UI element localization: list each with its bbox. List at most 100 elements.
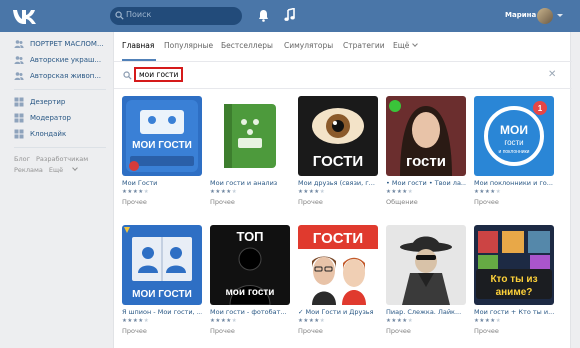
app-thumbnail[interactable]: МОИ гости и поклонники 1 bbox=[474, 96, 554, 176]
svg-text:МОИ: МОИ bbox=[500, 123, 528, 137]
sidebar-item-label: Модератор bbox=[30, 114, 72, 122]
rating-stars: ★★★★★ bbox=[386, 318, 414, 324]
rating-stars: ★★★★★ bbox=[210, 189, 238, 195]
app-thumbnail[interactable] bbox=[210, 96, 290, 176]
chevron-down-icon[interactable] bbox=[557, 14, 563, 17]
app-title[interactable]: Мои поклонники и го... bbox=[474, 179, 554, 187]
search-icon bbox=[115, 11, 124, 20]
tab-more-label: Ещё bbox=[393, 41, 410, 50]
sidebar-footer-links: Блог Разработчикам Реклама Ещё bbox=[14, 154, 112, 176]
app-card[interactable]: МОИ ГОСТИ Мои Гости ★★★★★ Прочее bbox=[122, 96, 202, 206]
close-icon[interactable]: ✕ bbox=[548, 69, 556, 80]
avatar[interactable] bbox=[537, 8, 553, 24]
svg-text:гости: гости bbox=[504, 138, 523, 147]
thumb-text: мои гости bbox=[226, 287, 275, 298]
app-title[interactable]: Мои Гости bbox=[122, 179, 202, 187]
sidebar-group-item[interactable]: ПОРТРЕТ МАСЛОМ... bbox=[14, 36, 112, 52]
sidebar-group-item[interactable]: Авторская живоп... bbox=[14, 68, 112, 84]
top-bar: Поиск Марина bbox=[0, 0, 580, 32]
sidebar-app-item[interactable]: Дезертир bbox=[14, 94, 112, 110]
tab-strategies[interactable]: Стратегии bbox=[343, 41, 385, 50]
tab-bestsellers[interactable]: Бестселлеры bbox=[221, 41, 273, 50]
sidebar-divider bbox=[14, 147, 106, 148]
app-thumbnail[interactable]: ГОСТИ bbox=[298, 225, 378, 305]
app-title[interactable]: Я шпион - Мои гости, ... bbox=[122, 308, 202, 316]
footer-link-more[interactable]: Ещё bbox=[49, 166, 63, 174]
thumb-text: МОИ ГОСТИ bbox=[132, 140, 192, 151]
catalog-tabs: Главная Популярные Бестселлеры Симулятор… bbox=[114, 32, 572, 62]
group-icon bbox=[14, 72, 24, 80]
thumb-text: МОИ ГОСТИ bbox=[132, 289, 192, 300]
app-thumbnail[interactable]: МОИ ГОСТИ bbox=[122, 225, 202, 305]
app-thumbnail[interactable]: ТОП мои гости bbox=[210, 225, 290, 305]
app-thumbnail[interactable]: Кто ты из аниме? bbox=[474, 225, 554, 305]
thumb-text: гости bbox=[406, 153, 446, 170]
vk-logo[interactable] bbox=[10, 6, 38, 26]
rating-stars: ★★★★★ bbox=[298, 189, 326, 195]
app-title[interactable]: Мои гости - фотобат... bbox=[210, 308, 290, 316]
app-title[interactable]: • Мои гости • Твои ла... bbox=[386, 179, 466, 187]
search-icon bbox=[123, 71, 132, 80]
tab-main[interactable]: Главная bbox=[122, 41, 154, 50]
app-category: Прочее bbox=[298, 198, 323, 206]
app-category: Общение bbox=[386, 198, 418, 206]
user-name[interactable]: Марина bbox=[505, 11, 536, 19]
app-title[interactable]: Мои друзья (связи, г... bbox=[298, 179, 378, 187]
rating-stars: ★★★★★ bbox=[122, 189, 150, 195]
app-card[interactable]: ГОСТИ ✓ Мои Гости и Друзья ★★★★★ Прочее bbox=[298, 225, 378, 335]
app-thumbnail[interactable]: гости bbox=[386, 96, 466, 176]
sidebar-item-label: Клондайк bbox=[30, 130, 67, 138]
search-placeholder: Поиск bbox=[126, 10, 152, 19]
tab-more[interactable]: Ещё bbox=[393, 41, 419, 50]
svg-text:и поклонники: и поклонники bbox=[499, 149, 530, 155]
sidebar-app-item[interactable]: Клондайк bbox=[14, 126, 112, 142]
footer-link-ads[interactable]: Реклама bbox=[14, 166, 43, 174]
rating-stars: ★★★★★ bbox=[474, 318, 502, 324]
svg-text:аниме?: аниме? bbox=[496, 287, 533, 298]
sidebar-group-item[interactable]: Авторские украш... bbox=[14, 52, 112, 68]
thumb-text: ГОСТИ bbox=[313, 230, 363, 247]
app-category: Прочее bbox=[122, 327, 147, 335]
rating-stars: ★★★★★ bbox=[386, 189, 414, 195]
rating-stars: ★★★★★ bbox=[210, 318, 238, 324]
app-title[interactable]: Мои гости + Кто ты и... bbox=[474, 308, 554, 316]
app-card[interactable]: МОИ гости и поклонники 1 Мои поклонники … bbox=[474, 96, 554, 206]
app-card[interactable]: Мои гости и анализ ★★★★★ Прочее bbox=[210, 96, 290, 206]
footer-link-blog[interactable]: Блог bbox=[14, 155, 30, 163]
sidebar-divider bbox=[14, 89, 106, 90]
left-sidebar: ПОРТРЕТ МАСЛОМ... Авторские украш... Авт… bbox=[14, 36, 112, 176]
app-title[interactable]: ✓ Мои Гости и Друзья bbox=[298, 308, 378, 316]
rating-stars: ★★★★★ bbox=[122, 318, 150, 324]
app-thumbnail[interactable]: ГОСТИ bbox=[298, 96, 378, 176]
app-card[interactable]: ТОП мои гости Мои гости - фотобат... ★★★… bbox=[210, 225, 290, 335]
apps-catalog-panel: Главная Популярные Бестселлеры Симулятор… bbox=[113, 32, 572, 348]
tab-simulators[interactable]: Симуляторы bbox=[284, 41, 333, 50]
global-search-input[interactable]: Поиск bbox=[110, 7, 242, 25]
app-title[interactable]: Мои гости и анализ bbox=[210, 179, 290, 187]
sidebar-item-label: Авторская живоп... bbox=[30, 72, 102, 80]
app-category: Прочее bbox=[122, 198, 147, 206]
app-card[interactable]: Кто ты из аниме? Мои гости + Кто ты и...… bbox=[474, 225, 554, 335]
sidebar-app-item[interactable]: Модератор bbox=[14, 110, 112, 126]
app-card[interactable]: гости • Мои гости • Твои ла... ★★★★★ Общ… bbox=[386, 96, 466, 206]
rating-stars: ★★★★★ bbox=[298, 318, 326, 324]
app-category: Прочее bbox=[298, 327, 323, 335]
chevron-down-icon bbox=[72, 165, 78, 171]
app-card[interactable]: МОИ ГОСТИ Я шпион - Мои гости, ... ★★★★★… bbox=[122, 225, 202, 335]
app-card[interactable]: ГОСТИ Мои друзья (связи, г... ★★★★★ Проч… bbox=[298, 96, 378, 206]
group-icon bbox=[14, 40, 24, 48]
bell-icon[interactable] bbox=[258, 9, 269, 22]
app-card[interactable]: Пиар. Слежка. Лайк... ★★★★★ Прочее bbox=[386, 225, 466, 335]
music-icon[interactable] bbox=[284, 8, 295, 22]
app-title[interactable]: Пиар. Слежка. Лайк... bbox=[386, 308, 466, 316]
group-icon bbox=[14, 56, 24, 64]
app-search-input[interactable]: мои гости bbox=[134, 67, 184, 82]
sidebar-item-label: Авторские украш... bbox=[30, 56, 102, 64]
app-thumbnail[interactable] bbox=[386, 225, 466, 305]
tab-popular[interactable]: Популярные bbox=[164, 41, 213, 50]
footer-link-developers[interactable]: Разработчикам bbox=[36, 155, 88, 163]
app-category: Прочее bbox=[474, 198, 499, 206]
app-thumbnail[interactable]: МОИ ГОСТИ bbox=[122, 96, 202, 176]
app-icon bbox=[14, 113, 24, 123]
thumb-text-top: ТОП bbox=[236, 229, 263, 244]
